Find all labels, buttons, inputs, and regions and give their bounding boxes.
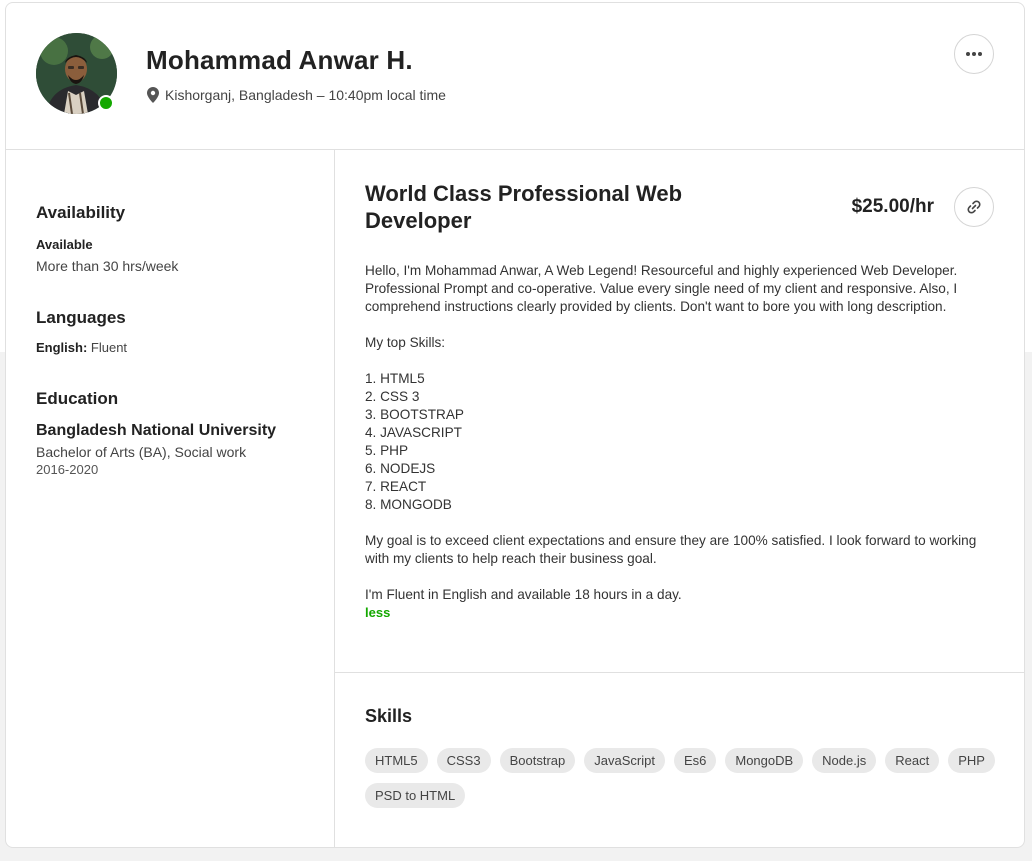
profile-sidebar: Availability Available More than 30 hrs/… — [6, 150, 335, 848]
skill-tag[interactable]: Es6 — [673, 748, 717, 773]
skill-tag[interactable]: MongoDB — [725, 748, 804, 773]
overview-skill-item: 8. MONGODB — [365, 497, 452, 512]
education-school: Bangladesh National University — [36, 422, 277, 439]
overview-skill-item: 4. JAVASCRIPT — [365, 425, 462, 440]
skill-tag[interactable]: JavaScript — [584, 748, 665, 773]
overview-skill-item: 2. CSS 3 — [365, 389, 420, 404]
ellipsis-dot — [978, 52, 982, 56]
online-status-indicator — [98, 95, 114, 111]
language-name: English: — [36, 340, 88, 355]
overview-goal: My goal is to exceed client expectations… — [365, 533, 977, 566]
education-heading: Education — [36, 389, 119, 408]
skills-heading: Skills — [365, 706, 413, 726]
skills-section: Skills HTML5 CSS3 Bootstrap JavaScript E… — [335, 672, 1024, 848]
skill-tag[interactable]: PSD to HTML — [365, 783, 466, 808]
ellipsis-dot — [972, 52, 976, 56]
overview-skill-item: 7. REACT — [365, 479, 427, 494]
overview-intro: Hello, I'm Mohammad Anwar, A Web Legend!… — [365, 263, 958, 314]
overview-skills-heading: My top Skills: — [365, 335, 446, 350]
availability-status: Available — [36, 237, 93, 252]
link-icon — [967, 200, 981, 214]
language-level: Fluent — [90, 340, 128, 355]
skill-tag[interactable]: PHP — [948, 748, 995, 773]
profile-card: Mohammad Anwar H. Kishorganj, Bangladesh… — [5, 2, 1025, 848]
skill-tag[interactable]: React — [885, 748, 940, 773]
skill-tag[interactable]: HTML5 — [365, 748, 428, 773]
location-separator: – — [312, 87, 329, 103]
skill-tag[interactable]: Bootstrap — [499, 748, 576, 773]
location-line: Kishorganj, Bangladesh – 10:40pm local t… — [147, 87, 446, 103]
education-years: 2016-2020 — [36, 462, 99, 477]
skill-tag[interactable]: CSS3 — [436, 748, 491, 773]
map-pin-icon — [147, 87, 159, 103]
languages-heading: Languages — [36, 308, 126, 327]
overview-skill-item: 1. HTML5 — [365, 371, 425, 386]
location-text: Kishorganj, Bangladesh — [165, 87, 313, 103]
availability-heading: Availability — [36, 203, 126, 222]
freelancer-name: Mohammad Anwar H. — [146, 45, 413, 75]
profile-title: World Class Professional Web Developer — [365, 181, 683, 233]
profile-overview: Hello, I'm Mohammad Anwar, A Web Legend!… — [365, 262, 995, 622]
overview-skill-item: 3. BOOTSTRAP — [365, 407, 464, 422]
overview-skill-item: 5. PHP — [365, 443, 409, 458]
ellipsis-icon — [966, 52, 970, 56]
overview-skill-item: 6. NODEJS — [365, 461, 436, 476]
availability-hours: More than 30 hrs/week — [36, 258, 179, 274]
copy-link-button[interactable] — [954, 187, 994, 227]
more-options-button[interactable] — [954, 34, 994, 74]
profile-header: Mohammad Anwar H. Kishorganj, Bangladesh… — [6, 3, 1024, 150]
skill-tag[interactable]: Node.js — [812, 748, 877, 773]
language-item: English: Fluent — [36, 340, 127, 355]
show-less-link[interactable]: less — [365, 604, 390, 622]
local-time-text: 10:40pm local time — [328, 87, 446, 103]
hourly-rate: $25.00/hr — [851, 196, 934, 217]
skills-list: HTML5 CSS3 Bootstrap JavaScript Es6 Mong… — [365, 748, 1005, 808]
education-degree: Bachelor of Arts (BA), Social work — [36, 444, 247, 460]
overview-closing: I'm Fluent in English and available 18 h… — [365, 587, 682, 602]
profile-main: World Class Professional Web Developer $… — [335, 150, 1024, 848]
